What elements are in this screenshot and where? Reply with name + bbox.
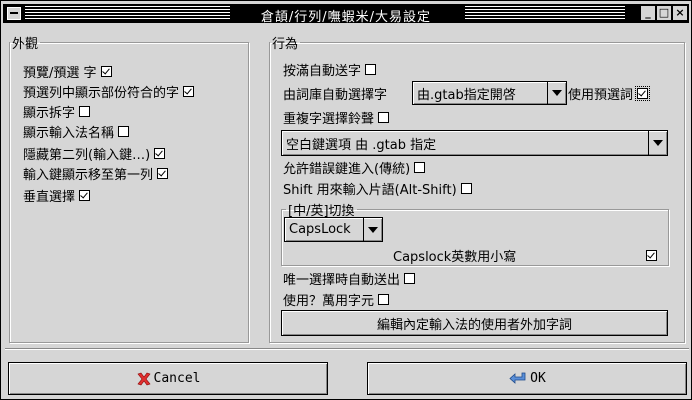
title-stripes-right [465, 6, 625, 20]
appearance-option-checkbox[interactable] [157, 167, 169, 179]
cancel-button[interactable]: Cancel [8, 362, 328, 395]
wildcard-label: 使用？萬用字元 [283, 293, 375, 309]
caps-lower-option[interactable]: Capslock英數用小寫 [393, 246, 517, 265]
switch-key-value: CapsLock [289, 222, 351, 237]
use-preselect-label: 使用預選詞 [568, 87, 634, 103]
appearance-option-label: 垂直選擇 [23, 189, 76, 205]
shift-phrase-checkbox[interactable] [460, 182, 472, 194]
footer-separator [5, 348, 689, 350]
repeat-select-checkbox[interactable] [378, 111, 390, 123]
appearance-option[interactable]: 顯示輸入法名稱 [23, 122, 130, 141]
caps-lower-label: Capslock英數用小寫 [393, 249, 517, 265]
caps-lower-checkbox[interactable] [646, 250, 657, 261]
ok-label: OK [530, 371, 546, 386]
appearance-option-label: 顯示拆字 [23, 105, 76, 121]
single-auto-label: 唯一選擇時自動送出 [283, 272, 401, 288]
appearance-option-checkbox[interactable] [79, 105, 91, 117]
space-key-combo[interactable]: 空白鍵選項 由 .gtab 指定 [281, 130, 668, 156]
appearance-option-label: 顯示輸入法名稱 [23, 125, 115, 141]
repeat-select-option[interactable]: 重複字選擇鈴聲 [283, 108, 390, 127]
cancel-label: Cancel [153, 371, 201, 386]
wildcard-checkbox[interactable] [378, 293, 390, 305]
chevron-down-icon [547, 82, 566, 104]
title-bar: 倉頡/行列/嘸蝦米/大易設定 _ □ × [3, 4, 689, 25]
ok-button[interactable]: OK [367, 362, 687, 395]
appearance-option-checkbox[interactable] [79, 189, 91, 201]
close-button[interactable]: × [673, 6, 687, 20]
appearance-option-checkbox[interactable] [100, 65, 112, 77]
appearance-option-checkbox[interactable] [118, 125, 130, 137]
maximize-button[interactable]: □ [657, 6, 671, 20]
auto-select-row: 由詞庫自動選擇字 [283, 84, 388, 103]
shift-phrase-option[interactable]: Shift 用來輸入片語(Alt-Shift) [283, 179, 472, 198]
appearance-option[interactable]: 顯示拆字 [23, 102, 91, 121]
allow-wrong-checkbox[interactable] [414, 161, 426, 173]
appearance-option-label: 隱藏第二列(輸入鍵…) [23, 147, 151, 163]
edit-user-phrases-button[interactable]: 編輯內定輸入法的使用者外加字詞 [281, 310, 668, 336]
use-preselect-option[interactable]: 使用預選詞 [568, 84, 651, 103]
appearance-option-label: 輸入鍵顯示移至第一列 [23, 167, 154, 183]
chevron-down-icon [363, 218, 382, 241]
allow-wrong-option[interactable]: 允許錯誤鍵進入(傳統) [283, 158, 426, 177]
use-preselect-checkbox[interactable] [635, 85, 651, 101]
allow-wrong-label: 允許錯誤鍵進入(傳統) [283, 161, 411, 177]
shift-phrase-label: Shift 用來輸入片語(Alt-Shift) [283, 182, 457, 198]
return-arrow-icon [509, 372, 526, 384]
appearance-option[interactable]: 預選列中顯示部份符合的字 [23, 82, 195, 101]
minimize-button[interactable]: _ [641, 6, 655, 20]
appearance-option[interactable]: 輸入鍵顯示移至第一列 [23, 164, 169, 183]
appearance-option-checkbox[interactable] [183, 85, 195, 97]
appearance-option-checkbox[interactable] [154, 147, 166, 159]
auto-send-full-label: 按滿自動送字 [283, 63, 362, 79]
wildcard-option[interactable]: 使用？萬用字元 [283, 290, 390, 309]
space-key-value: 空白鍵選項 由 .gtab 指定 [286, 137, 437, 153]
chevron-down-icon [648, 131, 667, 155]
appearance-option-label: 預選列中顯示部份符合的字 [23, 85, 180, 101]
settings-window: 倉頡/行列/嘸蝦米/大易設定 _ □ × 外觀 預覽/預選 字預選列中顯示部份符… [0, 0, 692, 400]
single-auto-option[interactable]: 唯一選擇時自動送出 [283, 269, 416, 288]
appearance-option[interactable]: 垂直選擇 [23, 186, 91, 205]
switch-key-combo[interactable]: CapsLock [284, 217, 383, 242]
appearance-option[interactable]: 預覽/預選 字 [23, 62, 112, 81]
repeat-select-label: 重複字選擇鈴聲 [283, 111, 375, 127]
auto-select-value: 由.gtab指定開啓 [417, 87, 516, 103]
cancel-x-icon [137, 372, 151, 385]
edit-user-phrases-label: 編輯內定輸入法的使用者外加字詞 [376, 317, 572, 333]
auto-send-full-checkbox[interactable] [365, 63, 377, 75]
auto-send-full-option[interactable]: 按滿自動送字 [283, 60, 377, 79]
auto-select-label: 由詞庫自動選擇字 [283, 87, 388, 103]
auto-select-combo[interactable]: 由.gtab指定開啓 [412, 81, 567, 105]
appearance-legend: 外觀 [12, 37, 39, 52]
appearance-option-label: 預覽/預選 字 [23, 65, 97, 81]
single-auto-checkbox[interactable] [404, 272, 416, 284]
behavior-legend: 行為 [272, 37, 299, 52]
appearance-option[interactable]: 隱藏第二列(輸入鍵…) [23, 144, 166, 163]
